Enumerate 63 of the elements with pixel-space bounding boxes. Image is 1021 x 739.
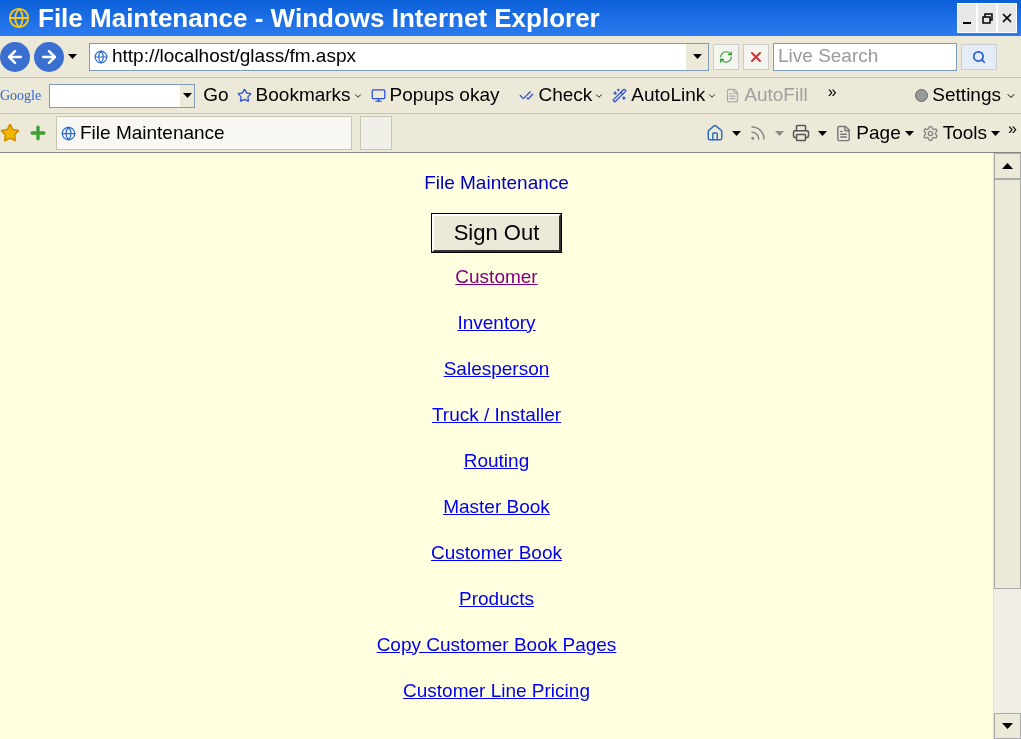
gear-icon: [921, 124, 939, 142]
nav-link[interactable]: Inventory: [457, 311, 536, 334]
favorites-star-icon[interactable]: [0, 123, 20, 143]
scroll-up-icon[interactable]: [1002, 163, 1013, 169]
toolbar-item-icon: [725, 88, 741, 103]
print-icon[interactable]: [792, 124, 811, 142]
stop-button[interactable]: [743, 43, 769, 70]
command-button[interactable]: Page: [835, 118, 914, 148]
caret-icon: [692, 54, 702, 59]
search-field[interactable]: Live Search: [773, 42, 957, 71]
nav-link[interactable]: Customer Book: [431, 541, 562, 564]
refresh-icon: [719, 49, 733, 64]
search-button[interactable]: [961, 43, 997, 70]
restore-icon: [981, 12, 993, 24]
scroll-down-icon[interactable]: [1002, 723, 1013, 729]
sign-out-button[interactable]: Sign Out: [431, 213, 562, 252]
caret-icon: [818, 130, 828, 136]
toolbar-button[interactable]: Popups okay: [370, 81, 500, 110]
caret-icon: [991, 130, 1001, 136]
close-button[interactable]: [997, 3, 1017, 33]
minimize-button[interactable]: [957, 3, 977, 33]
settings-button[interactable]: Settings: [915, 81, 1017, 110]
nav-link[interactable]: Master Book: [443, 495, 550, 518]
toolbar-button[interactable]: Check: [519, 81, 593, 110]
caret-icon: [182, 93, 192, 98]
toolbar-button[interactable]: AutoLink: [612, 81, 706, 110]
nav-link[interactable]: Salesperson: [443, 357, 550, 380]
caret-icon: [68, 54, 77, 59]
page-heading: File Maintenance: [424, 171, 569, 195]
nav-link[interactable]: Products: [459, 587, 534, 610]
nav-link[interactable]: Copy Customer Book Pages: [376, 633, 617, 656]
nav-link[interactable]: Routing: [463, 449, 530, 472]
browser-tab[interactable]: File Maintenance: [56, 116, 352, 150]
window-title: File Maintenance - Windows Internet Explorer: [38, 1, 601, 35]
refresh-button[interactable]: [713, 43, 739, 70]
toolbar-item-icon: [612, 88, 628, 103]
forward-button[interactable]: [34, 41, 64, 72]
address-field[interactable]: http://localhost/glass/fm.aspx: [89, 42, 709, 71]
caret-icon: [732, 130, 742, 136]
more-chevron[interactable]: »: [1008, 117, 1017, 141]
go-button[interactable]: Go: [203, 81, 229, 110]
nav-link[interactable]: Truck / Installer: [431, 403, 562, 426]
nav-link[interactable]: Customer Line Pricing: [403, 679, 590, 702]
feed-icon[interactable]: [749, 124, 768, 142]
toolbar-logo: Google: [0, 87, 42, 105]
toolbar-item-icon: [370, 88, 386, 103]
more-chevron[interactable]: »: [827, 79, 837, 104]
google-search-field[interactable]: [49, 83, 196, 108]
scrollbar[interactable]: [993, 153, 1021, 739]
caret-icon: [775, 130, 785, 136]
home-icon[interactable]: [706, 124, 725, 142]
caret-icon: [904, 130, 914, 136]
back-button[interactable]: [0, 41, 30, 72]
search-icon: [972, 49, 986, 64]
toolbar-button[interactable]: Bookmarks: [236, 81, 351, 110]
nav-link[interactable]: Customer: [455, 265, 538, 288]
command-button[interactable]: Tools: [921, 118, 1001, 148]
close-icon: [1000, 11, 1014, 25]
restore-button[interactable]: [977, 3, 997, 33]
browser-icon: [8, 7, 30, 29]
toolbar-item-icon: [236, 88, 252, 103]
add-favorite-icon[interactable]: [28, 123, 48, 143]
minimize-icon: [963, 22, 971, 24]
